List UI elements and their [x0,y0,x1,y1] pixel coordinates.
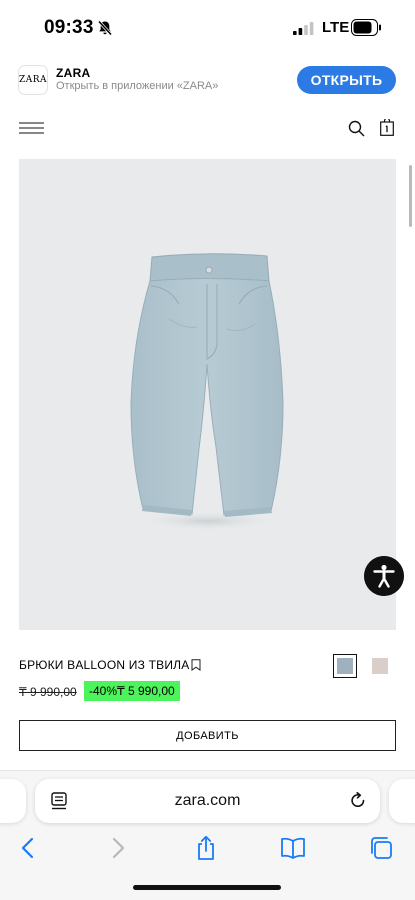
battery-icon [351,19,381,36]
color-swatch-selected[interactable] [333,654,357,678]
page-scrollbar[interactable] [409,165,412,227]
discount-price-tag: -40% ₸ 5 990,00 [84,681,180,701]
tabs-icon[interactable] [368,835,394,861]
open-app-button[interactable]: ОТКРЫТЬ [297,66,396,94]
bell-off-icon [97,20,113,36]
browser-bottom-bar: zara.com [0,770,415,900]
forward-icon[interactable] [105,835,131,861]
home-indicator[interactable] [133,885,281,890]
menu-icon[interactable] [19,122,44,134]
app-subtitle: Открыть в приложении «ZARA» [56,80,219,92]
status-bar: 09:33 LTE [0,0,415,56]
cellular-signal-icon [293,22,314,35]
discount-percent: -40% [89,684,118,698]
accessibility-icon[interactable] [364,556,404,596]
next-tab-peek[interactable] [389,779,415,823]
network-type: LTE [322,19,350,36]
color-swatch[interactable] [372,658,388,674]
new-price: ₸ 5 990,00 [117,684,175,698]
bookmark-icon[interactable] [191,659,201,671]
smart-app-banner: ZARA ZARA Открыть в приложении «ZARA» ОТ… [0,58,415,102]
share-icon[interactable] [193,835,219,861]
old-price: ₸ 9 990,00 [19,685,77,699]
product-title: БРЮКИ BALLOON ИЗ ТВИЛА [19,658,190,672]
shopping-bag-icon[interactable] [380,119,394,136]
back-icon[interactable] [15,835,41,861]
add-to-cart-button[interactable]: ДОБАВИТЬ [19,720,396,751]
pants-illustration [130,253,284,531]
status-time: 09:33 [44,17,94,38]
product-image[interactable] [19,159,396,630]
site-header [0,110,415,146]
url-text[interactable]: zara.com [35,792,380,810]
address-bar[interactable]: zara.com [35,779,380,823]
reload-icon[interactable] [350,792,366,809]
search-icon[interactable] [348,120,365,137]
zara-app-icon: ZARA [18,65,48,95]
app-icon-text: ZARA [18,75,48,85]
previous-tab-peek[interactable] [0,779,26,823]
app-name: ZARA [56,66,91,80]
bookmarks-icon[interactable] [280,835,306,861]
